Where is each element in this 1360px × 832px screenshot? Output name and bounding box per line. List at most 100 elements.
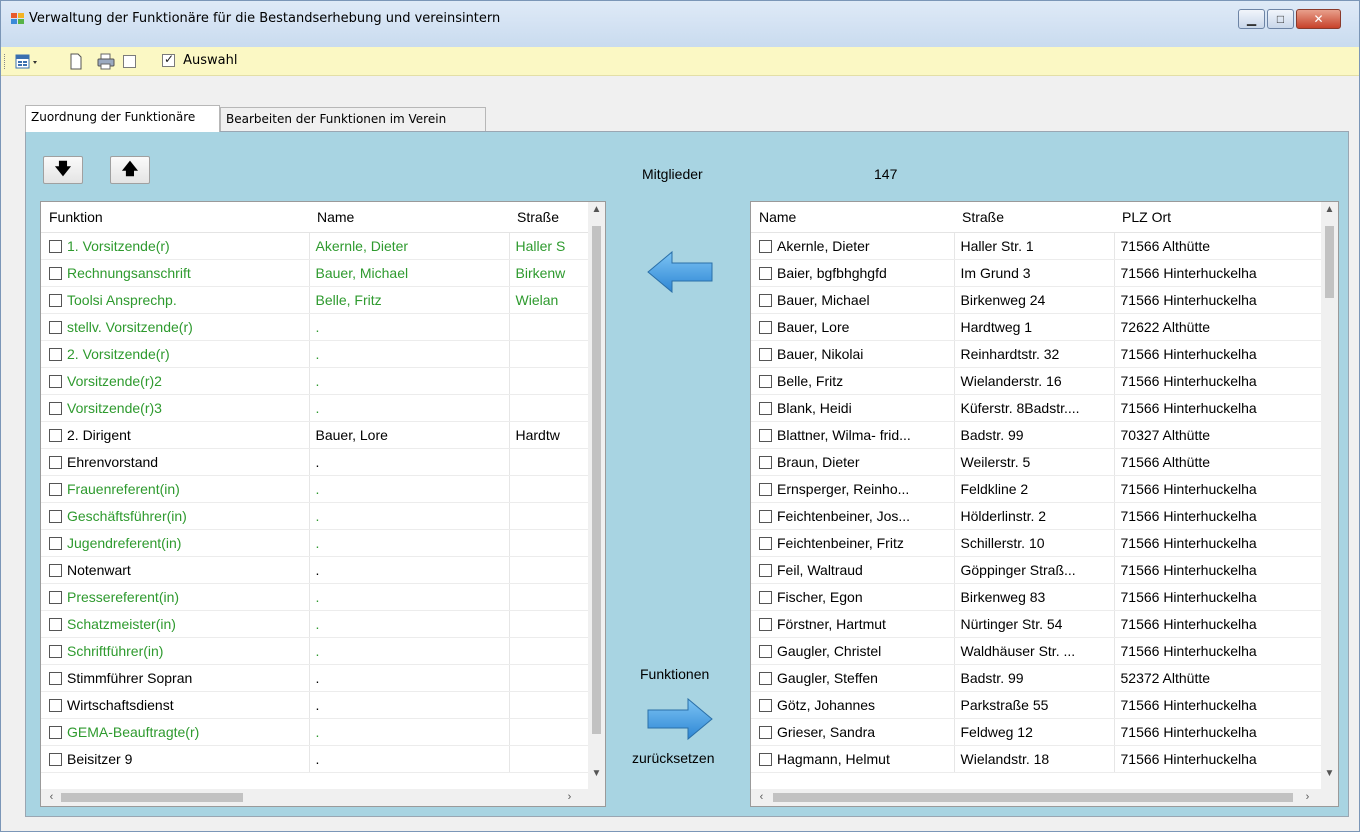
funktion-cell[interactable]: Geschäftsführer(in)	[41, 502, 310, 530]
name-cell[interactable]: Bauer, Lore	[751, 313, 955, 341]
name-cell[interactable]: .	[309, 718, 510, 746]
plz-ort-cell[interactable]: 71566 Hinterhuckelha	[1114, 367, 1322, 395]
row-checkbox[interactable]	[759, 752, 772, 766]
mitglied-row[interactable]: Ernsperger, Reinho... Feldkline 2 71566 Hi…	[751, 475, 1322, 503]
strasse-cell[interactable]: Feldweg 12	[954, 718, 1115, 746]
strasse-cell[interactable]: Reinhardtstr. 32	[954, 340, 1115, 368]
name-cell[interactable]: .	[309, 529, 510, 557]
mitglied-row[interactable]: Feichtenbeiner, Jos... Hölderlinstr. 2 715…	[751, 502, 1322, 530]
funktion-row[interactable]: Schatzmeister(in).	[41, 610, 602, 638]
row-checkbox[interactable]	[49, 590, 62, 604]
name-cell[interactable]: Akernle, Dieter	[751, 232, 955, 260]
mitglied-row[interactable]: Braun, Dieter Weilerstr. 5 71566 Althütte	[751, 448, 1322, 476]
mitglieder-horizontal-scrollbar[interactable]: ‹ ›	[751, 789, 1338, 806]
funktion-row[interactable]: Vorsitzende(r)3.	[41, 394, 602, 422]
plz-ort-cell[interactable]: 72622 Althütte	[1114, 313, 1322, 341]
strasse-cell[interactable]: Küferstr. 8Badstr....	[954, 394, 1115, 422]
mitglied-row[interactable]: Hagmann, Helmut Wielandstr. 18 71566 Hinte…	[751, 745, 1322, 773]
name-cell[interactable]: .	[309, 313, 510, 341]
strasse-cell[interactable]: Hölderlinstr. 2	[954, 502, 1115, 530]
column-header-funktion[interactable]: Funktion	[41, 202, 309, 233]
mitglied-row[interactable]: Gaugler, Christel Waldhäuser Str. ... 7156…	[751, 637, 1322, 665]
column-header-name[interactable]: Name	[751, 202, 954, 233]
row-checkbox[interactable]	[49, 347, 62, 361]
row-checkbox[interactable]	[759, 509, 772, 523]
funktion-cell[interactable]: Frauenreferent(in)	[41, 475, 310, 503]
scroll-left-icon[interactable]: ‹	[43, 789, 60, 806]
funktion-row[interactable]: 2. Vorsitzende(r).	[41, 340, 602, 368]
strasse-cell[interactable]: Feldkline 2	[954, 475, 1115, 503]
scroll-right-icon[interactable]: ›	[561, 789, 578, 806]
strasse-cell[interactable]: Waldhäuser Str. ...	[954, 637, 1115, 665]
row-checkbox[interactable]	[759, 347, 772, 361]
name-cell[interactable]: .	[309, 502, 510, 530]
name-cell[interactable]: .	[309, 583, 510, 611]
funktion-cell[interactable]: Schriftführer(in)	[41, 637, 310, 665]
funktion-cell[interactable]: Beisitzer 9	[41, 745, 310, 773]
strasse-cell[interactable]: Badstr. 99	[954, 421, 1115, 449]
row-checkbox[interactable]	[49, 266, 62, 280]
mitglied-row[interactable]: Fischer, Egon Birkenweg 83 71566 Hinterhuc…	[751, 583, 1322, 611]
mitglied-row[interactable]: Förstner, Hartmut Nürtinger Str. 54 71566 …	[751, 610, 1322, 638]
funktion-row[interactable]: stellv. Vorsitzende(r).	[41, 313, 602, 341]
name-cell[interactable]: Gaugler, Steffen	[751, 664, 955, 692]
funktion-row[interactable]: Beisitzer 9.	[41, 745, 602, 773]
plz-ort-cell[interactable]: 71566 Hinterhuckelha	[1114, 718, 1322, 746]
row-checkbox[interactable]	[49, 671, 62, 685]
auswahl-checkbox[interactable]	[162, 52, 175, 67]
funktion-cell[interactable]: Notenwart	[41, 556, 310, 584]
name-cell[interactable]: Feichtenbeiner, Jos...	[751, 502, 955, 530]
row-checkbox[interactable]	[49, 644, 62, 658]
name-cell[interactable]: Ernsperger, Reinho...	[751, 475, 955, 503]
mitglieder-vertical-scrollbar[interactable]: ▲ ▼	[1321, 202, 1338, 791]
name-cell[interactable]: Grieser, Sandra	[751, 718, 955, 746]
funktionen-horizontal-scrollbar[interactable]: ‹ ›	[41, 789, 605, 806]
funktion-cell[interactable]: stellv. Vorsitzende(r)	[41, 313, 310, 341]
funktion-cell[interactable]: Toolsi Ansprechp.	[41, 286, 310, 314]
plz-ort-cell[interactable]: 71566 Hinterhuckelha	[1114, 745, 1322, 773]
mitglied-row[interactable]: Blank, Heidi Küferstr. 8Badstr.... 71566 H…	[751, 394, 1322, 422]
name-cell[interactable]: Bauer, Nikolai	[751, 340, 955, 368]
scroll-up-icon[interactable]: ▲	[1321, 204, 1338, 215]
mitglied-row[interactable]: Bauer, Nikolai Reinhardtstr. 32 71566 Hint…	[751, 340, 1322, 368]
funktion-row[interactable]: Ehrenvorstand.	[41, 448, 602, 476]
row-checkbox[interactable]	[49, 509, 62, 523]
row-checkbox[interactable]	[759, 671, 772, 685]
name-cell[interactable]: .	[309, 448, 510, 476]
funktion-row[interactable]: Geschäftsführer(in).	[41, 502, 602, 530]
row-checkbox[interactable]	[49, 239, 62, 253]
row-checkbox[interactable]	[759, 617, 772, 631]
mitglied-row[interactable]: Belle, Fritz Wielanderstr. 16 71566 Hinter…	[751, 367, 1322, 395]
name-cell[interactable]: Blattner, Wilma- frid...	[751, 421, 955, 449]
plz-ort-cell[interactable]: 71566 Hinterhuckelha	[1114, 583, 1322, 611]
export-dropdown-icon[interactable]	[15, 53, 39, 70]
row-checkbox[interactable]	[759, 536, 772, 550]
name-cell[interactable]: .	[309, 610, 510, 638]
funktion-cell[interactable]: Vorsitzende(r)2	[41, 367, 310, 395]
plz-ort-cell[interactable]: 71566 Hinterhuckelha	[1114, 529, 1322, 557]
row-checkbox[interactable]	[759, 293, 772, 307]
funktion-cell[interactable]: Jugendreferent(in)	[41, 529, 310, 557]
funktion-cell[interactable]: 2. Vorsitzende(r)	[41, 340, 310, 368]
name-cell[interactable]: Bauer, Michael	[309, 259, 510, 287]
plz-ort-cell[interactable]: 71566 Hinterhuckelha	[1114, 610, 1322, 638]
scroll-up-icon[interactable]: ▲	[588, 204, 605, 215]
plz-ort-cell[interactable]: 71566 Hinterhuckelha	[1114, 259, 1322, 287]
scroll-down-icon[interactable]: ▼	[588, 768, 605, 779]
row-checkbox[interactable]	[759, 266, 772, 280]
print-icon[interactable]	[97, 53, 115, 70]
mitglied-row[interactable]: Bauer, Michael Birkenweg 24 71566 Hinterhu…	[751, 286, 1322, 314]
funktion-row[interactable]: Stimmführer Sopran.	[41, 664, 602, 692]
row-checkbox[interactable]	[759, 320, 772, 334]
name-cell[interactable]: Förstner, Hartmut	[751, 610, 955, 638]
name-cell[interactable]: .	[309, 340, 510, 368]
row-checkbox[interactable]	[49, 455, 62, 469]
row-checkbox[interactable]	[759, 401, 772, 415]
row-checkbox[interactable]	[759, 455, 772, 469]
scroll-left-icon[interactable]: ‹	[753, 789, 770, 806]
funktion-row[interactable]: Toolsi Ansprechp. Belle, Fritz Wielan	[41, 286, 602, 314]
name-cell[interactable]: .	[309, 475, 510, 503]
funktion-row[interactable]: Frauenreferent(in).	[41, 475, 602, 503]
plz-ort-cell[interactable]: 52372 Althütte	[1114, 664, 1322, 692]
row-checkbox[interactable]	[49, 725, 62, 739]
